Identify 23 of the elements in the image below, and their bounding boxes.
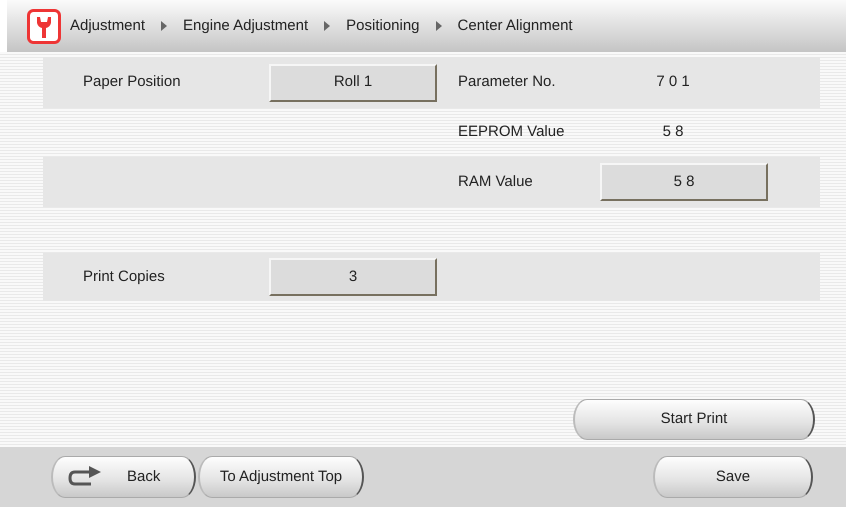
value-button[interactable]: 5 8	[600, 163, 768, 201]
field-label: Print Copies	[82, 266, 166, 287]
triangle-icon	[323, 21, 332, 31]
breadcrumb-item: Center Alignment	[458, 16, 573, 36]
start-print-button[interactable]: Start Print	[573, 399, 815, 440]
field-label: Paper Position	[82, 72, 182, 92]
field-value: 5 8	[662, 122, 684, 142]
field-label: EEPROM Value	[457, 122, 566, 142]
triangle-icon	[434, 21, 443, 31]
field-label: RAM Value	[457, 172, 534, 192]
value-button[interactable]: Roll 1	[269, 64, 437, 102]
value-button[interactable]: 3	[269, 258, 437, 296]
field-label: Parameter No.	[457, 72, 557, 92]
return-arrow-icon	[67, 466, 103, 488]
back-button[interactable]: Back	[51, 456, 196, 498]
save-button[interactable]: Save	[653, 456, 813, 498]
field-value: 7 0 1	[655, 72, 691, 92]
breadcrumb-item: Positioning	[346, 16, 420, 36]
triangle-icon	[160, 21, 168, 31]
to-adjustment-top-button[interactable]: To Adjustment Top	[198, 456, 364, 498]
breadcrumb-item: Adjustment	[70, 16, 146, 36]
breadcrumb-item: Engine Adjustment	[183, 16, 308, 36]
wrench-icon	[27, 8, 61, 44]
